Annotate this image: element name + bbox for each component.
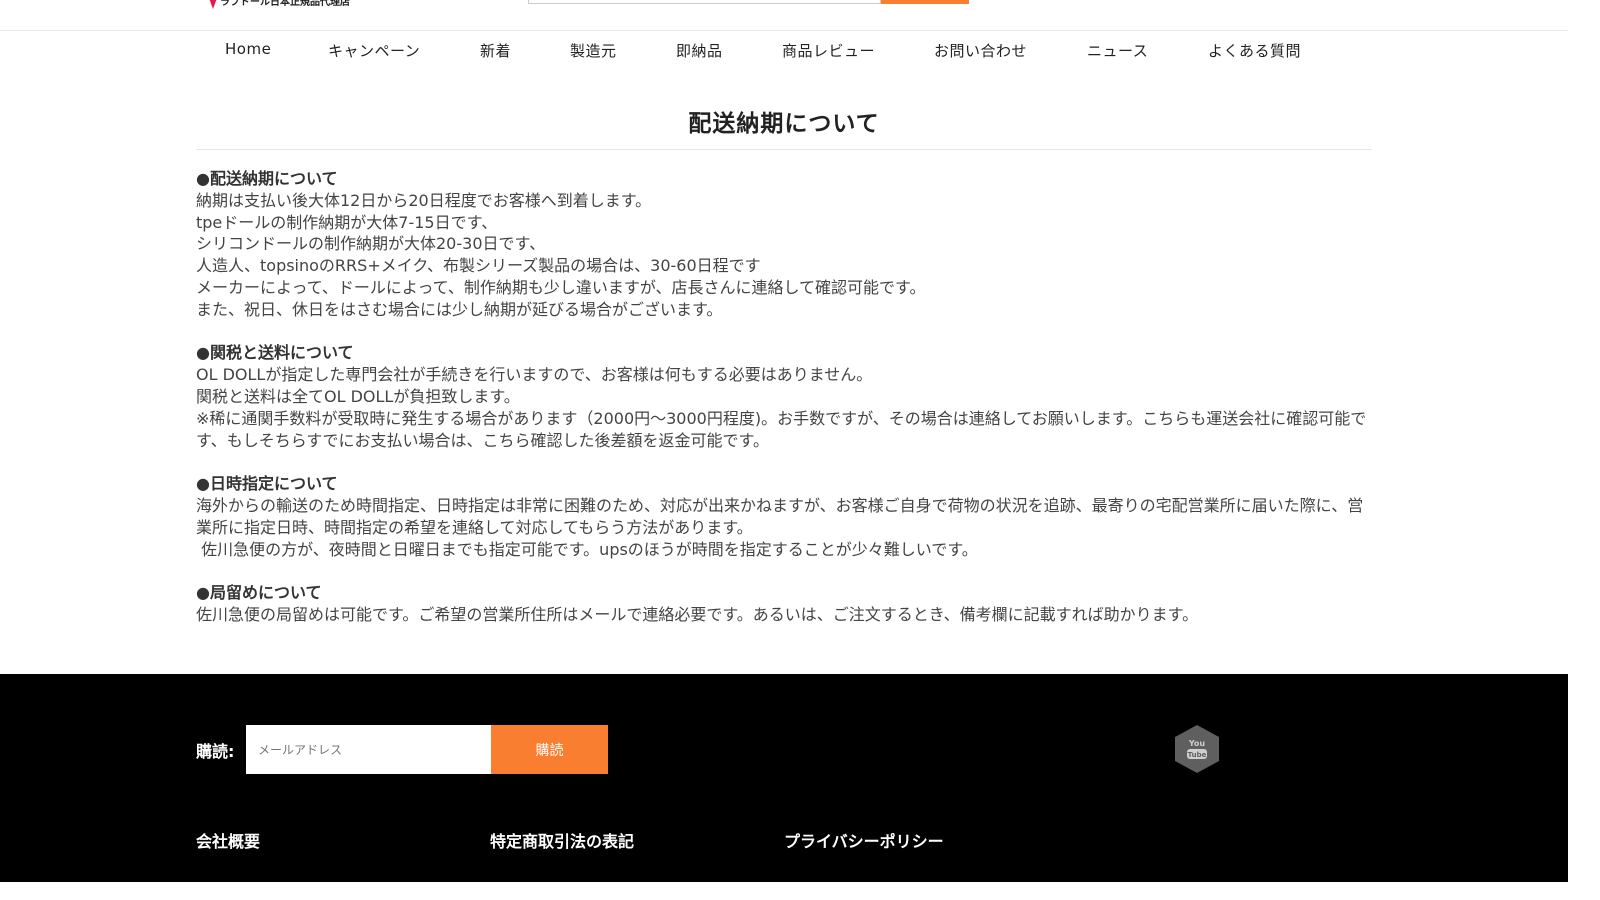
search-input[interactable]: [528, 0, 881, 4]
text-line: シリコンドールの制作納期が大体20-30日です、: [196, 234, 546, 254]
nav-item-manufacturer[interactable]: 製造元: [570, 40, 617, 61]
footer-privacy-heading[interactable]: プライバシーポリシー: [784, 828, 944, 852]
main-nav: Home キャンペーン 新着 製造元 即納品 商品レビュー お問い合わせ ニュー…: [0, 31, 1568, 69]
section-date-time: ●日時指定について 海外からの輸送のため時間指定、日時指定は非常に困難のため、対…: [196, 473, 1376, 560]
nav-item-contact[interactable]: お問い合わせ: [934, 40, 1027, 61]
title-divider: [196, 149, 1372, 150]
page-content: ●配送納期について 納期は支払い後大体12日から20日程度でお客様へ到着します。…: [196, 168, 1376, 648]
text-line: tpeドールの制作納期が大体7-15日です、: [196, 212, 498, 232]
nav-item-campaign[interactable]: キャンペーン: [328, 40, 420, 61]
search-button[interactable]: [881, 0, 969, 4]
section-delivery: ●配送納期について 納期は支払い後大体12日から20日程度でお客様へ到着します。…: [196, 168, 1376, 321]
top-header: ラブドール日本正規品代理店: [0, 0, 1568, 31]
nav-item-reviews[interactable]: 商品レビュー: [782, 40, 875, 61]
text-line: また、祝日、休日をはさむ場合には少し納期が延びる場合がございます。: [196, 299, 723, 319]
cart-icon[interactable]: [1086, 0, 1116, 4]
footer: 購読: 購読 You Tube 会社概要 特定商取引法の表記 プライバシーポリシ…: [0, 674, 1568, 882]
svg-text:Tube: Tube: [1188, 751, 1207, 759]
nav-item-home[interactable]: Home: [225, 40, 271, 58]
text-line: OL DOLLが指定した専門会社が手続きを行いますので、お客様は何もする必要はあ…: [196, 365, 873, 385]
text-line: 海外からの輸送のため時間指定、日時指定は非常に困難のため、対応が出来かねますが、…: [196, 495, 1364, 537]
footer-legal-heading[interactable]: 特定商取引法の表記: [490, 828, 634, 852]
youtube-icon[interactable]: You Tube: [1175, 725, 1219, 773]
email-input[interactable]: [246, 725, 492, 774]
page-title: 配送納期について: [688, 111, 880, 137]
nav-item-faq[interactable]: よくある質問: [1208, 40, 1301, 61]
section-heading: ●配送納期について: [196, 169, 338, 188]
logo-subtitle[interactable]: ラブドール日本正規品代理店: [220, 0, 350, 10]
section-heading: ●関税と送料について: [196, 343, 354, 363]
subscribe-label: 購読:: [196, 742, 235, 761]
nav-item-new[interactable]: 新着: [480, 40, 511, 61]
text-line: メーカーによって、ドールによって、制作納期も少し違いますが、店長さんに連絡して確…: [196, 277, 926, 297]
section-heading: ●日時指定について: [196, 474, 338, 494]
text-line: 人造人、topsinoのRRS+メイク、布製シリーズ製品の場合は、30-60日程…: [196, 256, 761, 276]
nav-item-news[interactable]: ニュース: [1087, 40, 1148, 61]
subscribe-button[interactable]: 購読: [491, 725, 608, 774]
nav-item-in-stock[interactable]: 即納品: [676, 40, 723, 61]
svg-text:You: You: [1188, 739, 1206, 748]
section-heading: ●局留めについて: [196, 583, 322, 603]
logo-heart-icon: [209, 0, 217, 9]
footer-company-heading[interactable]: 会社概要: [196, 828, 260, 852]
text-line: 関税と送料は全てOL DOLLが負担致します。: [196, 386, 520, 406]
text-line: 納期は支払い後大体12日から20日程度でお客様へ到着します。: [196, 190, 652, 210]
section-customs: ●関税と送料について OL DOLLが指定した専門会社が手続きを行いますので、お…: [196, 342, 1376, 451]
text-line: 佐川急便の局留めは可能です。ご希望の営業所住所はメールで連絡必要です。あるいは、…: [196, 604, 1199, 624]
text-line: 佐川急便の方が、夜時間と日曜日までも指定可能です。upsのほうが時間を指定するこ…: [196, 539, 978, 559]
section-office-pickup: ●局留めについて 佐川急便の局留めは可能です。ご希望の営業所住所はメールで連絡必…: [196, 582, 1376, 626]
text-line: ※稀に通関手数料が受取時に発生する場合があります（2000円～3000円程度)。…: [196, 408, 1367, 450]
